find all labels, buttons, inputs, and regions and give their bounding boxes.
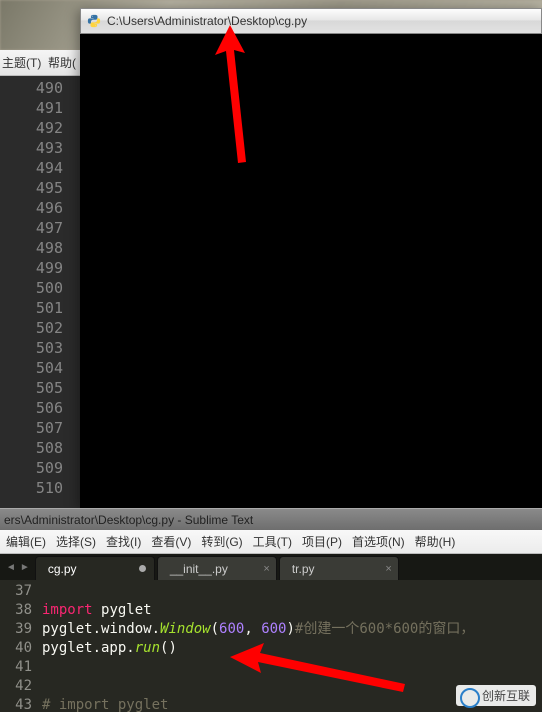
line-number: 42 bbox=[0, 677, 32, 696]
sublime-window[interactable]: ers\Administrator\Desktop\cg.py - Sublim… bbox=[0, 508, 542, 712]
sublime-title-text: ers\Administrator\Desktop\cg.py - Sublim… bbox=[4, 513, 253, 527]
bg-menu-help[interactable]: 帮助( bbox=[48, 56, 76, 70]
menu-item[interactable]: 帮助(H) bbox=[415, 530, 456, 553]
menu-item[interactable]: 查找(I) bbox=[106, 530, 141, 553]
close-icon[interactable]: × bbox=[385, 557, 391, 581]
bg-line-number: 495 bbox=[0, 178, 63, 198]
dirty-indicator-icon bbox=[139, 565, 146, 572]
code-line[interactable]: pyglet.window.Window(600, 600)#创建一个600*6… bbox=[42, 620, 542, 639]
tab-nav-right-icon[interactable]: ► bbox=[20, 562, 30, 573]
bg-line-number: 505 bbox=[0, 378, 63, 398]
menu-item[interactable]: 转到(G) bbox=[201, 530, 242, 553]
bg-menu-theme[interactable]: 主题(T) bbox=[2, 56, 41, 70]
python-icon bbox=[87, 14, 101, 28]
line-number: 41 bbox=[0, 658, 32, 677]
tab-label: cg.py bbox=[48, 562, 77, 576]
bg-line-number: 498 bbox=[0, 238, 63, 258]
code-line[interactable] bbox=[42, 658, 542, 677]
background-editor-menu[interactable]: 主题(T) 帮助( bbox=[0, 50, 80, 76]
bg-line-number: 494 bbox=[0, 158, 63, 178]
line-number: 40 bbox=[0, 639, 32, 658]
bg-line-number: 509 bbox=[0, 458, 63, 478]
tab-__init__py[interactable]: __init__.py × bbox=[157, 556, 277, 580]
background-gutter: 4904914924934944954964974984995005015025… bbox=[0, 76, 75, 516]
bg-line-number: 504 bbox=[0, 358, 63, 378]
tab-trpy[interactable]: tr.py × bbox=[279, 556, 399, 580]
code-line[interactable]: pyglet.app.run() bbox=[42, 639, 542, 658]
sublime-tab-bar[interactable]: ◄ ► cg.py __init__.py × tr.py × bbox=[0, 554, 542, 580]
bg-line-number: 503 bbox=[0, 338, 63, 358]
menu-item[interactable]: 首选项(N) bbox=[352, 530, 405, 553]
bg-line-number: 508 bbox=[0, 438, 63, 458]
tab-nav-arrows[interactable]: ◄ ► bbox=[2, 554, 34, 580]
menu-item[interactable]: 项目(P) bbox=[302, 530, 342, 553]
line-number: 37 bbox=[0, 582, 32, 601]
close-icon[interactable]: × bbox=[263, 557, 269, 581]
menu-item[interactable]: 选择(S) bbox=[56, 530, 96, 553]
pyglet-titlebar[interactable]: C:\Users\Administrator\Desktop\cg.py bbox=[80, 8, 542, 34]
watermark-logo: 创新互联 bbox=[456, 685, 536, 706]
bg-line-number: 497 bbox=[0, 218, 63, 238]
bg-line-number: 496 bbox=[0, 198, 63, 218]
bg-line-number: 507 bbox=[0, 418, 63, 438]
bg-line-number: 499 bbox=[0, 258, 63, 278]
line-number: 39 bbox=[0, 620, 32, 639]
tab-nav-left-icon[interactable]: ◄ bbox=[6, 562, 16, 573]
line-number: 38 bbox=[0, 601, 32, 620]
bg-line-number: 502 bbox=[0, 318, 63, 338]
bg-line-number: 490 bbox=[0, 78, 63, 98]
bg-line-number: 510 bbox=[0, 478, 63, 498]
menu-item[interactable]: 查看(V) bbox=[151, 530, 191, 553]
bg-line-number: 491 bbox=[0, 98, 63, 118]
sublime-titlebar[interactable]: ers\Administrator\Desktop\cg.py - Sublim… bbox=[0, 508, 542, 530]
sublime-gutter: 37383940414243 bbox=[0, 580, 42, 712]
bg-line-number: 493 bbox=[0, 138, 63, 158]
tab-label: __init__.py bbox=[170, 562, 228, 576]
tab-label: tr.py bbox=[292, 562, 315, 576]
bg-line-number: 492 bbox=[0, 118, 63, 138]
watermark-text: 创新互联 bbox=[482, 689, 530, 703]
pyglet-client-area[interactable] bbox=[80, 34, 542, 508]
menu-item[interactable]: 编辑(E) bbox=[6, 530, 46, 553]
tab-cgpy[interactable]: cg.py bbox=[35, 556, 155, 580]
sublime-menubar[interactable]: 编辑(E) 选择(S) 查找(I) 查看(V) 转到(G) 工具(T) 项目(P) 首选项(N… bbox=[0, 530, 542, 554]
menu-item[interactable]: 工具(T) bbox=[253, 530, 292, 553]
pyglet-title-text: C:\Users\Administrator\Desktop\cg.py bbox=[107, 14, 307, 28]
pyglet-window[interactable]: C:\Users\Administrator\Desktop\cg.py bbox=[80, 8, 542, 508]
code-line[interactable]: import pyglet bbox=[42, 601, 542, 620]
line-number: 43 bbox=[0, 696, 32, 712]
bg-line-number: 506 bbox=[0, 398, 63, 418]
bg-line-number: 501 bbox=[0, 298, 63, 318]
bg-line-number: 500 bbox=[0, 278, 63, 298]
code-line[interactable] bbox=[42, 582, 542, 601]
